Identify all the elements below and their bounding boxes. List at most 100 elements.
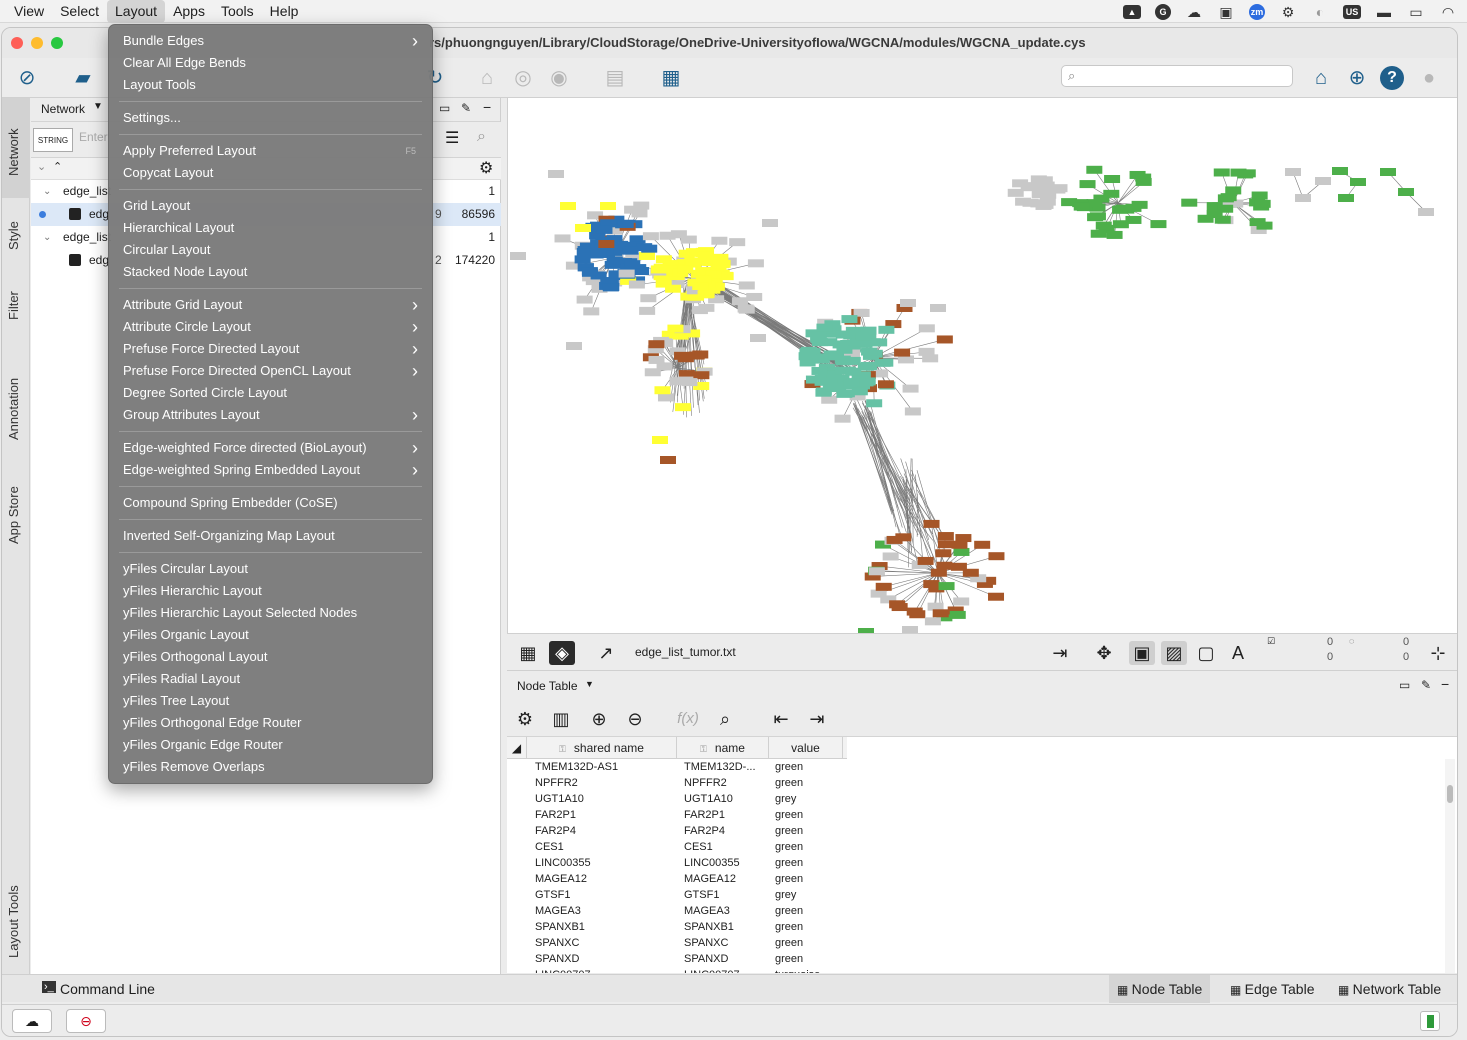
node[interactable] (900, 299, 916, 307)
table-cell[interactable]: FAR2P4 (535, 823, 675, 839)
node[interactable] (902, 384, 919, 393)
menu-layout[interactable]: Layout (107, 0, 166, 23)
table-cell[interactable]: green (775, 759, 845, 775)
zoom-window-button[interactable] (51, 37, 63, 49)
table-row[interactable]: SPANXC SPANXC green (507, 935, 847, 951)
node[interactable] (738, 281, 755, 290)
node[interactable] (1251, 191, 1268, 200)
node[interactable] (698, 303, 715, 312)
node[interactable] (659, 231, 676, 240)
node[interactable] (1254, 199, 1271, 208)
drive-icon[interactable]: ▲ (1123, 4, 1141, 19)
tab-network[interactable]: Network (6, 128, 21, 176)
pin-icon[interactable]: ✎ (1421, 678, 1431, 692)
menu-item-degree-sorted-circle-layout[interactable]: Degree Sorted Circle Layout (109, 382, 432, 404)
node[interactable] (1073, 202, 1090, 211)
row-selector-header[interactable]: ◢ (507, 737, 527, 759)
edge[interactable] (869, 410, 910, 501)
node[interactable] (669, 377, 686, 386)
node[interactable] (574, 255, 591, 264)
table-row[interactable]: LINC00355 LINC00355 green (507, 855, 847, 871)
node[interactable] (825, 383, 842, 392)
node[interactable] (821, 338, 838, 347)
node[interactable] (816, 323, 833, 332)
node[interactable] (602, 283, 619, 292)
node[interactable] (1104, 175, 1121, 184)
node[interactable] (654, 386, 671, 395)
export-icon[interactable]: ⇥ (1047, 641, 1073, 665)
node[interactable] (560, 202, 576, 210)
node[interactable] (1181, 198, 1198, 207)
node[interactable] (974, 540, 991, 549)
table-cell[interactable]: SPANXB1 (684, 919, 768, 935)
command-line-toggle[interactable]: Command Line (60, 981, 155, 997)
menu-item-yfiles-tree-layout[interactable]: yFiles Tree Layout (109, 690, 432, 712)
node[interactable] (644, 368, 661, 377)
table-cell[interactable]: MAGEA12 (535, 871, 675, 887)
node[interactable] (711, 236, 728, 245)
cloud-status-icon[interactable]: ☁ (12, 1009, 52, 1033)
menu-tools[interactable]: Tools (213, 0, 262, 23)
chevron-down-icon[interactable]: ⌄ (43, 180, 51, 203)
node[interactable] (617, 220, 634, 229)
cloud-icon[interactable]: ☁ (1185, 5, 1203, 19)
node[interactable] (1079, 180, 1096, 189)
table-cell[interactable]: green (775, 775, 845, 791)
node[interactable] (859, 377, 876, 386)
node[interactable] (650, 265, 667, 274)
add-column-icon[interactable]: ⊕ (587, 707, 611, 731)
table-row[interactable]: FAR2P1 FAR2P1 green (507, 807, 847, 823)
node[interactable] (1237, 170, 1254, 179)
menu-item-clear-all-edge-bends[interactable]: Clear All Edge Bends (109, 52, 432, 74)
menu-item-yfiles-hierarchic-layout-selected-nodes[interactable]: yFiles Hierarchic Layout Selected Nodes (109, 602, 432, 624)
table-cell[interactable]: green (775, 871, 845, 887)
expand-view-icon[interactable]: ↗ (593, 641, 619, 665)
navigation-icon[interactable]: ⊹ (1425, 641, 1451, 665)
node[interactable] (642, 232, 659, 241)
table-cell[interactable]: LINC00707 (684, 967, 768, 973)
node[interactable] (581, 267, 598, 276)
node[interactable] (1125, 203, 1142, 212)
select-edges-icon[interactable]: ▨ (1161, 641, 1187, 665)
edge[interactable] (856, 397, 922, 538)
column-header-name[interactable]: ⚿ name (677, 737, 769, 759)
node[interactable] (1089, 212, 1106, 221)
table-cell[interactable]: turquoise (775, 967, 845, 973)
table-cell[interactable]: CES1 (535, 839, 675, 855)
edge[interactable] (870, 411, 903, 528)
node[interactable] (638, 251, 655, 260)
table-cell[interactable]: SPANXB1 (535, 919, 675, 935)
export-table-icon[interactable]: ⇥ (805, 707, 829, 731)
menu-item-attribute-grid-layout[interactable]: Attribute Grid Layout › (109, 294, 432, 316)
node[interactable] (554, 234, 571, 243)
table-cell[interactable]: CES1 (684, 839, 768, 855)
node[interactable] (674, 403, 691, 412)
menu-view[interactable]: View (6, 0, 52, 23)
menu-item-prefuse-force-directed-layout[interactable]: Prefuse Force Directed Layout › (109, 338, 432, 360)
notification-bell-icon[interactable]: ● (1416, 66, 1442, 90)
node[interactable] (841, 315, 858, 324)
table-cell[interactable]: TMEM132D-... (684, 759, 768, 775)
node[interactable] (1106, 230, 1123, 239)
network-panel-title[interactable]: Network (41, 102, 85, 116)
table-cell[interactable]: LINC00355 (535, 855, 675, 871)
table-search-icon[interactable]: ⌕ (713, 707, 737, 731)
node[interactable] (729, 238, 746, 247)
node[interactable] (747, 259, 764, 268)
node[interactable] (575, 224, 591, 232)
network-canvas[interactable] (507, 98, 1457, 636)
table-cell[interactable]: LINC00707 (535, 967, 675, 973)
tab-style[interactable]: Style (6, 221, 21, 250)
select-annotations-icon[interactable]: ▢ (1193, 641, 1219, 665)
node[interactable] (640, 294, 657, 303)
table-cell[interactable]: SPANXC (535, 935, 675, 951)
node[interactable] (622, 246, 639, 255)
table-cell[interactable]: green (775, 839, 845, 855)
node[interactable] (860, 361, 877, 370)
table-settings-icon[interactable]: ⚙ (513, 707, 537, 731)
node[interactable] (953, 547, 970, 556)
node[interactable] (861, 347, 878, 356)
table-cell[interactable]: grey (775, 791, 845, 807)
table-cell[interactable]: NPFFR2 (535, 775, 675, 791)
node[interactable] (917, 556, 934, 565)
